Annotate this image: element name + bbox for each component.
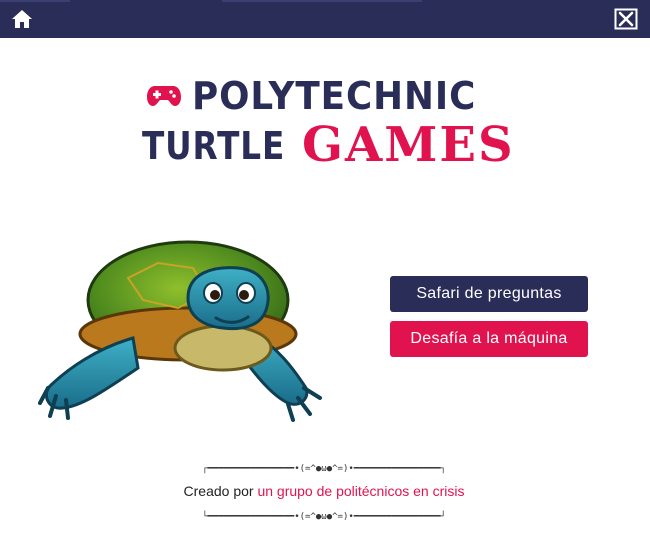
logo-title-line1: POLYTECHNIC (192, 74, 477, 118)
credits-top-rule: ┌━━━━━━━━━━━━━━━━•(=^●ω●^=)•━━━━━━━━━━━━… (202, 464, 446, 474)
credits-text: Creado por un grupo de politécnicos en c… (148, 483, 500, 499)
title-bar (0, 0, 650, 38)
desafia-a-la-maquina-button[interactable]: Desafía a la máquina (390, 321, 588, 357)
app-logo: POLYTECHNIC TURTLE GAMES (142, 74, 542, 174)
close-icon (614, 8, 638, 30)
title-bar-segment (222, 0, 422, 2)
home-icon (12, 10, 32, 28)
title-bar-segment (0, 0, 70, 2)
home-button[interactable] (10, 8, 34, 30)
credits-highlight: un grupo de politécnicos en crisis (257, 483, 465, 499)
logo-title-turtle: TURTLE (142, 124, 286, 168)
gamepad-icon (147, 86, 181, 106)
turtle-icon (38, 240, 322, 422)
turtle-illustration (38, 238, 330, 428)
credits-box: ┌━━━━━━━━━━━━━━━━•(=^●ω●^=)•━━━━━━━━━━━━… (148, 463, 500, 523)
close-button[interactable] (614, 8, 638, 30)
safari-de-preguntas-button[interactable]: Safari de preguntas (390, 276, 588, 312)
credits-bottom-rule: └━━━━━━━━━━━━━━━━•(=^●ω●^=)•━━━━━━━━━━━━… (202, 512, 446, 522)
credits-prefix: Creado por (183, 483, 258, 499)
logo-title-games: GAMES (302, 117, 515, 173)
